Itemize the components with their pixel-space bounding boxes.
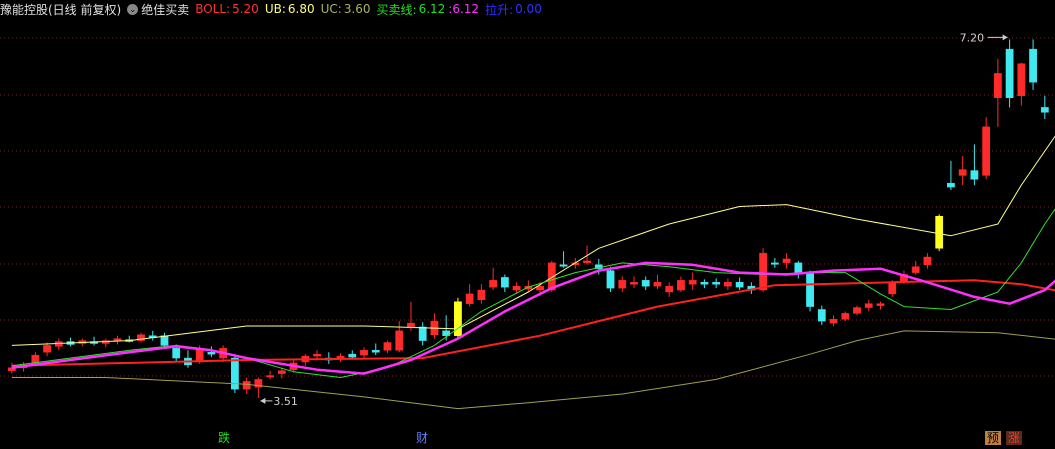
- candle-body: [970, 170, 979, 180]
- candle-body: [207, 351, 216, 355]
- series-line-buysell-2: [11, 261, 1055, 375]
- candle-body: [313, 353, 321, 357]
- candle-body: [641, 280, 650, 287]
- candle-body: [806, 272, 814, 307]
- candle-body: [395, 330, 404, 351]
- candle-body: [360, 350, 368, 356]
- candle-body: [958, 169, 967, 176]
- candle-body: [853, 307, 861, 314]
- candle-body: [993, 73, 1002, 98]
- candle-body: [630, 282, 638, 285]
- marker-zhang: 涨: [1006, 431, 1023, 445]
- low-pointer-arrow: [260, 397, 266, 404]
- candle-body: [1005, 48, 1014, 98]
- candle-body: [172, 348, 181, 359]
- candle-body: [618, 280, 627, 289]
- candle-body: [700, 282, 709, 285]
- candle-body: [724, 282, 732, 287]
- candle-body: [653, 282, 662, 287]
- candle-body: [231, 357, 239, 390]
- candle-body: [947, 182, 955, 188]
- candle-body: [559, 264, 568, 267]
- candle-body: [383, 342, 392, 351]
- candle-body: [113, 338, 122, 341]
- marker-cai: 财: [416, 431, 429, 445]
- candle-body: [277, 370, 286, 374]
- candle-body: [770, 262, 779, 265]
- candle-body: [665, 285, 674, 293]
- candle-body: [876, 303, 885, 306]
- candle-body: [371, 350, 380, 353]
- candle-body: [477, 289, 486, 301]
- series-line-boll: [11, 279, 1055, 367]
- candle-body: [160, 335, 169, 346]
- candle-body: [923, 256, 932, 266]
- candle-body: [782, 258, 791, 264]
- candle-body: [407, 322, 415, 328]
- low-price-label: 3.51: [273, 395, 298, 408]
- candle-body: [242, 381, 251, 390]
- candle-body: [888, 282, 897, 295]
- marker-yu: 预: [985, 431, 1002, 445]
- candle-body: [43, 345, 51, 353]
- candle-body: [418, 326, 427, 341]
- candle-body: [794, 262, 803, 273]
- candle-body: [935, 215, 944, 249]
- candle-body: [735, 282, 744, 288]
- candle-body: [606, 270, 615, 289]
- series-line-ub: [11, 135, 1055, 346]
- candle-body: [583, 260, 591, 264]
- candle-body: [348, 353, 357, 358]
- candle-body: [841, 313, 850, 320]
- candle-body: [512, 285, 521, 291]
- candle-body: [1029, 48, 1037, 83]
- candle-body: [817, 309, 826, 322]
- candle-body: [489, 280, 498, 288]
- candlestick-chart[interactable]: 7.20 3.51: [0, 0, 1055, 449]
- high-pointer-arrow: [1002, 34, 1008, 41]
- candle-body: [465, 293, 474, 304]
- candle-body: [864, 303, 873, 308]
- candle-body: [500, 277, 509, 288]
- marker-die: 跌: [218, 431, 231, 445]
- candle-body: [688, 280, 697, 285]
- high-price-label: 7.20: [960, 31, 985, 44]
- candle-body: [982, 126, 991, 176]
- candle-body: [677, 280, 685, 291]
- candle-body: [911, 266, 920, 273]
- candle-body: [266, 375, 274, 378]
- candle-body: [712, 282, 721, 285]
- candle-body: [759, 252, 767, 291]
- candle-body: [1017, 63, 1026, 97]
- candle-body: [829, 318, 838, 324]
- candle-body: [1040, 107, 1049, 113]
- series-line-uc: [11, 330, 1055, 410]
